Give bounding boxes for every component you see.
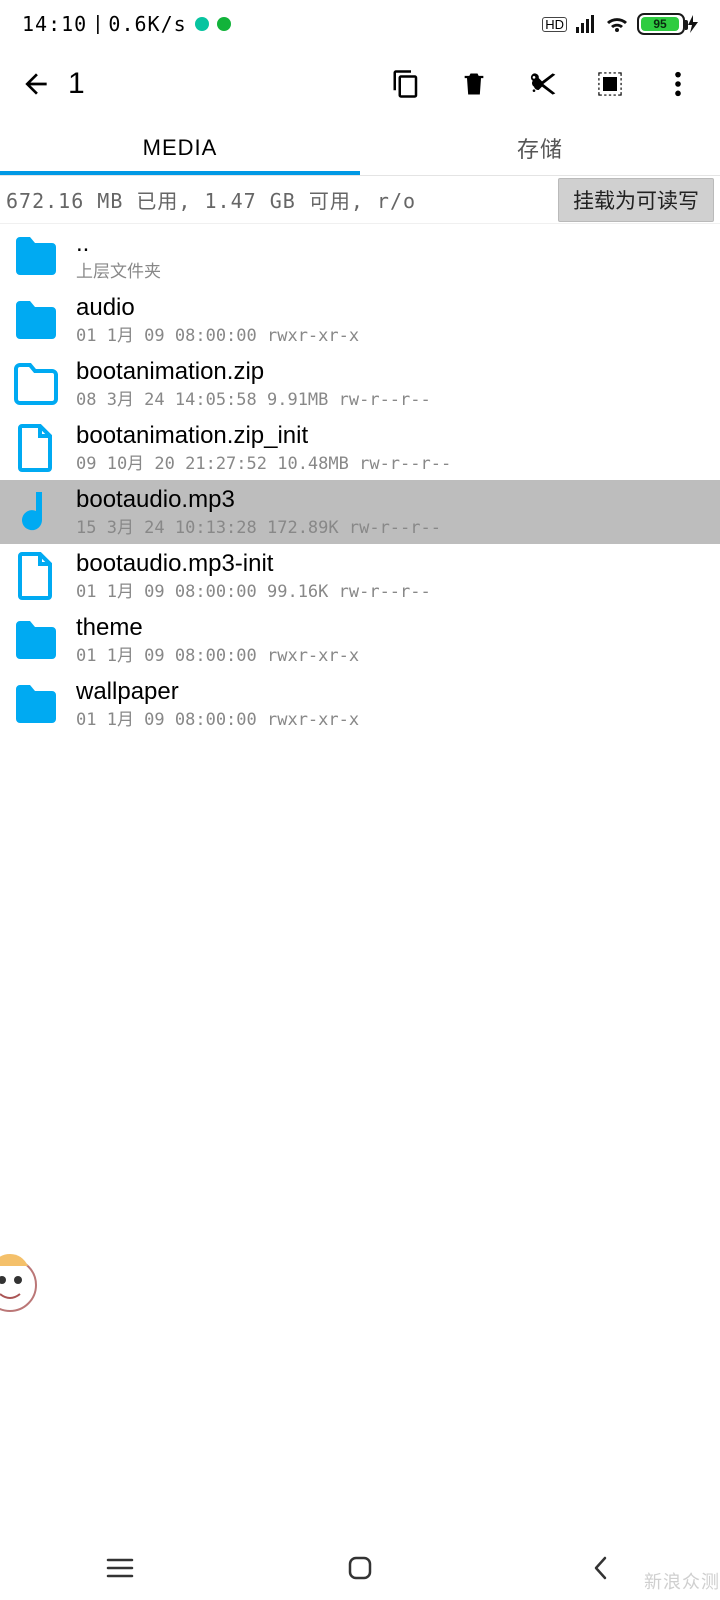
status-net-speed: 0.6K/s <box>108 12 186 36</box>
file-row[interactable]: wallpaper01 1月 09 08:00:00 rwxr-xr-x <box>0 672 720 736</box>
signal-icon <box>575 14 597 34</box>
file-name: wallpaper <box>76 678 712 706</box>
file-icon <box>8 420 64 476</box>
file-list: ..上层文件夹audio01 1月 09 08:00:00 rwxr-xr-xb… <box>0 224 720 736</box>
file-row[interactable]: bootaudio.mp315 3月 24 10:13:28 172.89K r… <box>0 480 720 544</box>
file-meta: 01 1月 09 08:00:00 rwxr-xr-x <box>76 705 712 730</box>
file-meta: 09 10月 20 21:27:52 10.48MB rw-r--r-- <box>76 449 712 474</box>
status-dot-icon <box>217 17 231 31</box>
file-meta: 01 1月 09 08:00:00 99.16K rw-r--r-- <box>76 577 712 602</box>
delete-button[interactable] <box>454 64 494 104</box>
nav-recent-button[interactable] <box>60 1548 180 1588</box>
file-row[interactable]: ..上层文件夹 <box>0 224 720 288</box>
scissors-icon <box>526 68 558 100</box>
back-button[interactable] <box>12 60 60 108</box>
system-nav-bar <box>0 1536 720 1600</box>
more-vert-icon <box>674 70 682 98</box>
app-toolbar: 1 <box>0 48 720 120</box>
file-meta: 15 3月 24 10:13:28 172.89K rw-r--r-- <box>76 513 712 538</box>
menu-icon <box>106 1557 134 1579</box>
wifi-icon <box>605 14 629 34</box>
file-meta: 08 3月 24 14:05:58 9.91MB rw-r--r-- <box>76 385 712 410</box>
storage-usage-text: 672.16 MB 已用, 1.47 GB 可用, r/o <box>6 185 558 214</box>
folder-icon <box>8 228 64 284</box>
file-name: bootanimation.zip <box>76 358 712 386</box>
file-row[interactable]: bootaudio.mp3-init01 1月 09 08:00:00 99.1… <box>0 544 720 608</box>
file-row[interactable]: bootanimation.zip_init09 10月 20 21:27:52… <box>0 416 720 480</box>
file-icon <box>8 548 64 604</box>
charging-icon <box>688 15 698 33</box>
file-meta: 上层文件夹 <box>76 257 712 282</box>
file-name: bootanimation.zip_init <box>76 422 712 450</box>
file-name: bootaudio.mp3-init <box>76 550 712 578</box>
floating-widget-icon[interactable] <box>0 1250 40 1330</box>
file-row[interactable]: theme01 1月 09 08:00:00 rwxr-xr-x <box>0 608 720 672</box>
file-name: bootaudio.mp3 <box>76 486 712 514</box>
file-row[interactable]: audio01 1月 09 08:00:00 rwxr-xr-x <box>0 288 720 352</box>
chevron-left-icon <box>591 1554 609 1582</box>
folder-icon <box>8 292 64 348</box>
tab-bar: MEDIA 存储 <box>0 120 720 176</box>
mount-rw-button[interactable]: 挂载为可读写 <box>558 178 714 222</box>
select-all-button[interactable] <box>590 64 630 104</box>
status-bar: 14:10 | 0.6K/s HD 95 <box>0 0 720 48</box>
copy-icon <box>391 69 421 99</box>
battery-indicator: 95 <box>637 13 698 35</box>
file-name: .. <box>76 230 712 258</box>
music-icon <box>8 484 64 540</box>
storage-info-bar: 672.16 MB 已用, 1.47 GB 可用, r/o 挂载为可读写 <box>0 176 720 224</box>
folder-icon <box>8 676 64 732</box>
nav-back-button[interactable] <box>540 1548 660 1588</box>
more-button[interactable] <box>658 64 698 104</box>
tab-media[interactable]: MEDIA <box>0 120 360 175</box>
folder-icon <box>8 612 64 668</box>
folder-outline-icon <box>8 356 64 412</box>
file-meta: 01 1月 09 08:00:00 rwxr-xr-x <box>76 641 712 666</box>
status-time: 14:10 <box>22 12 87 36</box>
file-name: theme <box>76 614 712 642</box>
selection-count: 1 <box>60 67 386 101</box>
copy-button[interactable] <box>386 64 426 104</box>
hd-indicator: HD <box>542 17 567 32</box>
select-all-icon <box>596 70 624 98</box>
cut-button[interactable] <box>522 64 562 104</box>
file-row[interactable]: bootanimation.zip08 3月 24 14:05:58 9.91M… <box>0 352 720 416</box>
tab-storage[interactable]: 存储 <box>360 120 720 175</box>
status-dot-icon <box>195 17 209 31</box>
trash-icon <box>460 69 488 99</box>
tab-indicator <box>0 171 360 175</box>
watermark-text: 新浪众测 <box>644 1568 720 1594</box>
file-name: audio <box>76 294 712 322</box>
square-icon <box>347 1555 373 1581</box>
file-meta: 01 1月 09 08:00:00 rwxr-xr-x <box>76 321 712 346</box>
nav-home-button[interactable] <box>300 1548 420 1588</box>
